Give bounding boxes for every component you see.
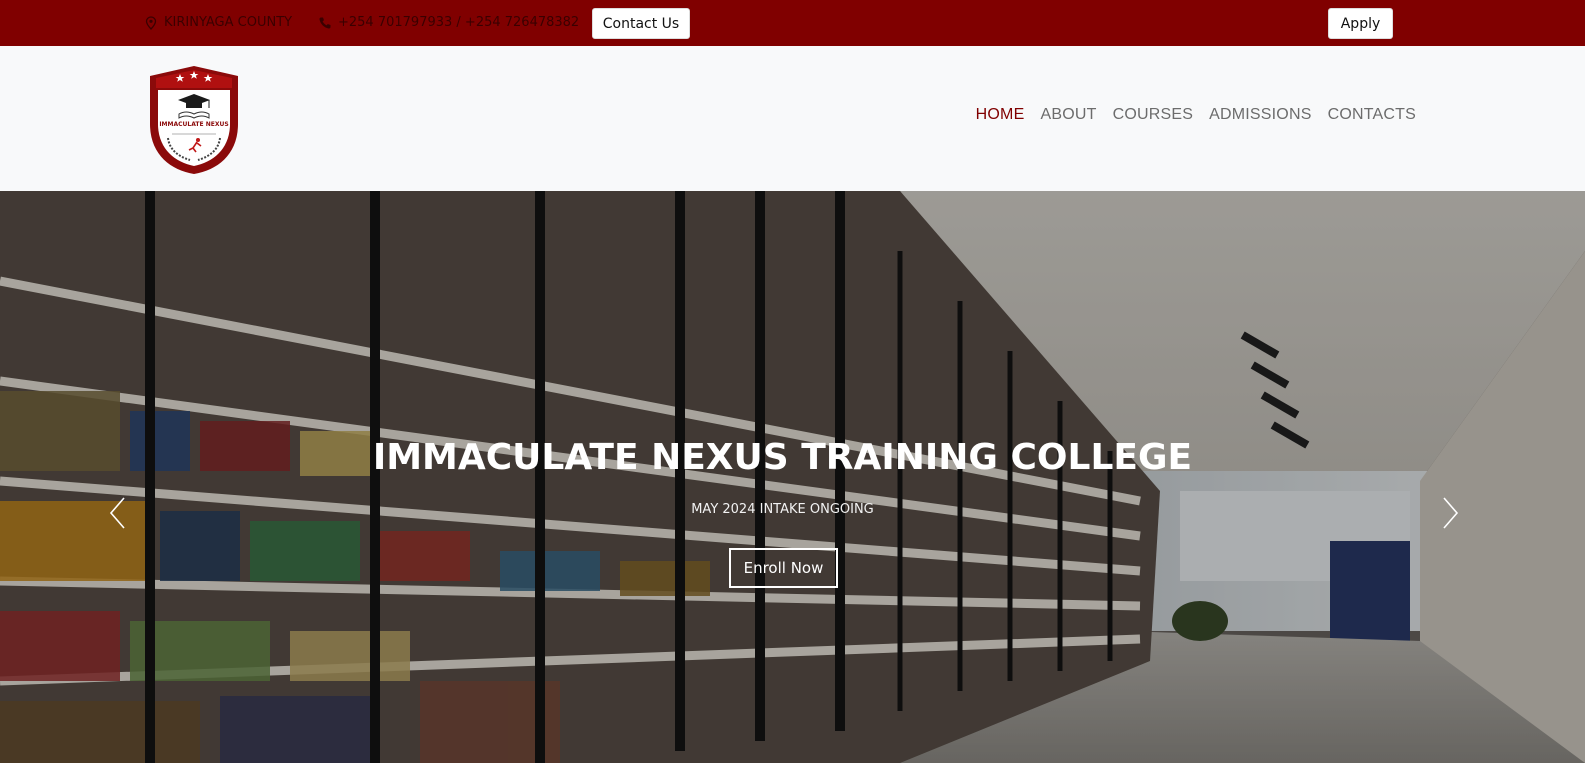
location-info: KIRINYAGA COUNTY xyxy=(144,15,292,30)
chevron-right-icon[interactable] xyxy=(1440,496,1460,530)
main-nav: HOME ABOUT COURSES ADMISSIONS CONTACTS xyxy=(976,106,1416,124)
college-logo[interactable]: IMMACULATE NEXUS xyxy=(146,62,242,176)
nav-item-home[interactable]: HOME xyxy=(976,106,1025,124)
top-bar: KIRINYAGA COUNTY +254 701797933 / +254 7… xyxy=(0,0,1585,46)
apply-button[interactable]: Apply xyxy=(1328,8,1393,39)
location-pin-icon xyxy=(145,15,157,30)
location-text: KIRINYAGA COUNTY xyxy=(164,15,293,30)
nav-item-admissions[interactable]: ADMISSIONS xyxy=(1209,106,1311,124)
nav-item-courses[interactable]: COURSES xyxy=(1113,106,1194,124)
phone-text: +254 701797933 / +254 726478382 xyxy=(338,15,580,30)
hero-subtitle: MAY 2024 INTAKE ONGOING xyxy=(691,502,874,517)
nav-item-about[interactable]: ABOUT xyxy=(1040,106,1096,124)
hero-title: IMMACULATE NEXUS TRAINING COLLEGE xyxy=(372,437,1193,478)
logo-text: IMMACULATE NEXUS xyxy=(159,121,228,128)
chevron-left-icon[interactable] xyxy=(108,496,128,530)
phone-info: +254 701797933 / +254 726478382 xyxy=(318,15,579,30)
enroll-now-button[interactable]: Enroll Now xyxy=(729,548,838,588)
contact-us-button[interactable]: Contact Us xyxy=(592,8,690,39)
hero-carousel: IMMACULATE NEXUS TRAINING COLLEGE MAY 20… xyxy=(0,191,1585,763)
phone-icon xyxy=(319,17,331,29)
nav-item-contacts[interactable]: CONTACTS xyxy=(1328,106,1416,124)
